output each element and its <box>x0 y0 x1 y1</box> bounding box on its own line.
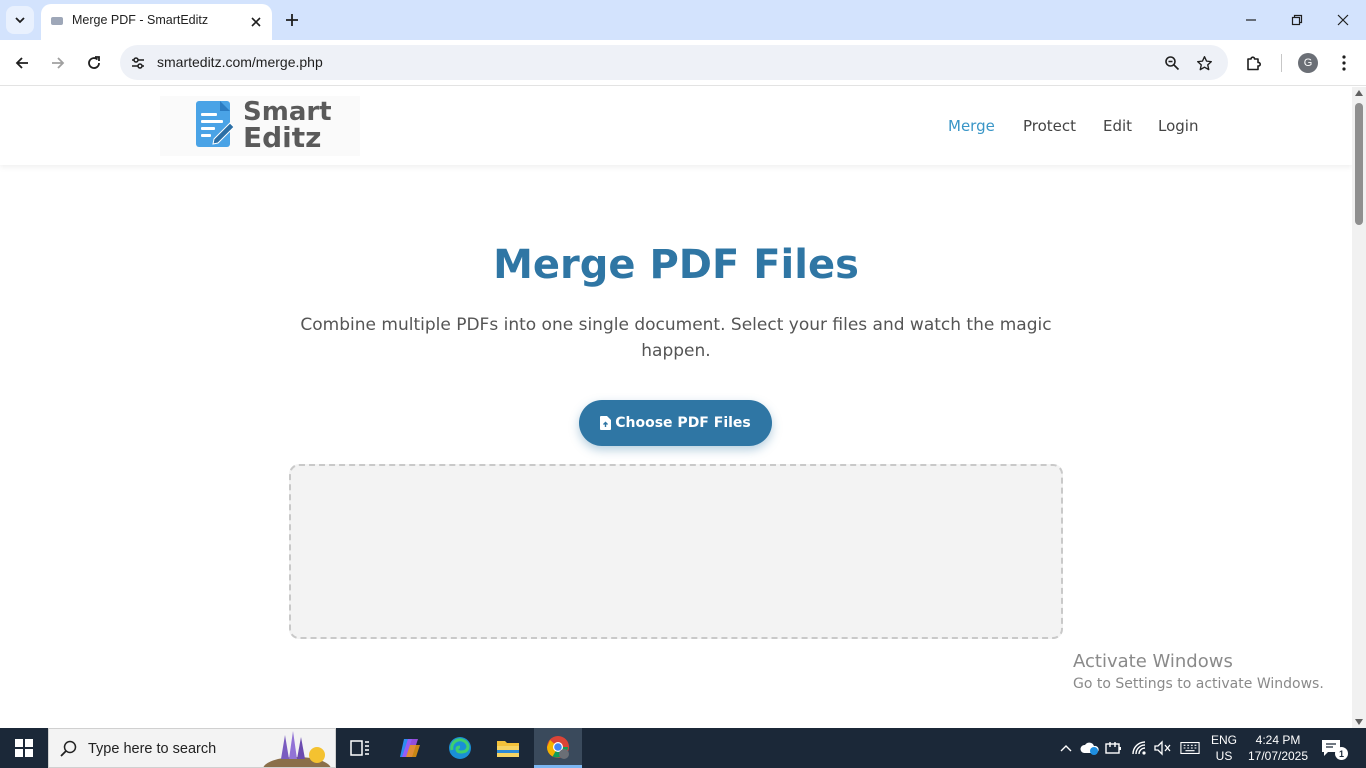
close-window-button[interactable] <box>1320 0 1366 40</box>
copilot-app[interactable] <box>386 728 434 768</box>
tab-title: Merge PDF - SmartEditz <box>72 13 209 27</box>
task-view-icon <box>350 740 369 756</box>
keyboard-icon[interactable] <box>1180 738 1200 758</box>
browser-toolbar: smarteditz.com/merge.php G <box>0 40 1366 86</box>
site-header: Smart Editz Merge Protect Edit Login <box>0 87 1352 165</box>
close-icon <box>1337 14 1349 26</box>
edge-app[interactable] <box>436 728 484 768</box>
edge-icon <box>449 737 471 759</box>
show-hidden-icons-chevron-icon[interactable] <box>1056 738 1076 758</box>
url-text[interactable]: smarteditz.com/merge.php <box>157 54 323 70</box>
volume-muted-icon[interactable] <box>1152 738 1172 758</box>
arrow-left-icon <box>15 57 28 69</box>
forward-button[interactable] <box>44 49 72 77</box>
folder-icon <box>497 741 519 757</box>
scroll-up-arrow-icon[interactable] <box>1355 90 1363 96</box>
windows-taskbar: Type here to search ENG US 4:24 PM 17/07… <box>0 728 1366 768</box>
taskbar-clock[interactable]: 4:24 PM 17/07/2025 <box>1244 732 1312 764</box>
chrome-icon <box>547 735 569 759</box>
notification-center-button[interactable]: 1 <box>1320 738 1348 760</box>
restore-button[interactable] <box>1274 0 1320 40</box>
search-icon <box>60 740 77 757</box>
battery-icon[interactable] <box>1104 738 1124 758</box>
chrome-app[interactable] <box>534 728 582 768</box>
zoom-icon[interactable] <box>1160 51 1184 75</box>
clock-time: 4:24 PM <box>1255 733 1301 747</box>
back-button[interactable] <box>8 49 36 77</box>
new-tab-button[interactable] <box>280 8 304 32</box>
file-upload-icon <box>600 416 612 430</box>
page-viewport: Smart Editz Merge Protect Edit Login Mer… <box>0 87 1352 728</box>
nav-login[interactable]: Login <box>1158 117 1198 135</box>
task-view-button[interactable] <box>336 728 384 768</box>
plus-icon <box>286 14 298 26</box>
page-subtitle: Combine multiple PDFs into one single do… <box>300 315 1052 361</box>
choose-pdf-files-label: Choose PDF Files <box>615 415 751 431</box>
chevron-down-icon <box>15 17 25 24</box>
scrollbar-thumb[interactable] <box>1355 103 1363 225</box>
input-language[interactable]: ENG US <box>1207 732 1241 764</box>
tab-search-button[interactable] <box>6 6 34 34</box>
search-placeholder: Type here to search <box>88 741 217 757</box>
wifi-icon[interactable] <box>1130 738 1150 758</box>
onedrive-icon[interactable] <box>1080 738 1100 758</box>
nav-merge[interactable]: Merge <box>948 117 995 135</box>
watermark-title: Activate Windows <box>1073 651 1233 672</box>
taskbar-search-box[interactable]: Type here to search <box>48 728 336 768</box>
windows-logo-icon <box>15 739 33 757</box>
notification-count-badge: 1 <box>1335 747 1348 760</box>
page-title: Merge PDF Files <box>493 242 859 288</box>
minimize-icon <box>1246 19 1256 21</box>
logo-text: Smart Editz <box>243 99 332 154</box>
toolbar-divider <box>1281 54 1282 72</box>
copilot-icon <box>400 739 420 757</box>
file-explorer-app[interactable] <box>484 728 532 768</box>
tab-close-button[interactable] <box>245 11 267 33</box>
favicon-icon <box>51 17 63 25</box>
minimize-button[interactable] <box>1228 0 1274 40</box>
activate-windows-watermark: Activate Windows Go to Settings to activ… <box>1073 651 1324 692</box>
file-drop-zone[interactable] <box>289 464 1063 639</box>
reload-icon <box>88 56 100 69</box>
document-logo-icon <box>196 101 234 147</box>
choose-pdf-files-button[interactable]: Choose PDF Files <box>579 400 772 446</box>
logo-line-2: Editz <box>243 121 322 154</box>
nav-protect[interactable]: Protect <box>1023 117 1076 135</box>
extensions-button[interactable] <box>1240 49 1268 77</box>
language-code: ENG <box>1210 733 1237 747</box>
page-scrollbar[interactable] <box>1352 87 1366 728</box>
puzzle-icon <box>1247 56 1261 71</box>
bookmark-star-icon[interactable] <box>1192 51 1216 75</box>
tab-strip: Merge PDF - SmartEditz <box>0 0 1366 40</box>
scroll-down-arrow-icon[interactable] <box>1355 719 1363 725</box>
search-highlight-art-icon <box>263 731 331 767</box>
reload-button[interactable] <box>80 49 108 77</box>
start-button[interactable] <box>0 728 48 768</box>
browser-tab[interactable]: Merge PDF - SmartEditz <box>41 4 272 40</box>
language-region: US <box>1215 749 1233 763</box>
restore-icon <box>1291 14 1303 26</box>
nav-edit[interactable]: Edit <box>1103 117 1132 135</box>
site-logo[interactable]: Smart Editz <box>160 96 360 156</box>
address-bar[interactable]: smarteditz.com/merge.php <box>120 45 1228 80</box>
menu-button[interactable] <box>1330 49 1358 77</box>
watermark-subtitle: Go to Settings to activate Windows. <box>1073 676 1324 692</box>
clock-date: 17/07/2025 <box>1247 749 1309 763</box>
site-info-icon[interactable] <box>128 53 148 73</box>
profile-avatar[interactable]: G <box>1298 53 1318 73</box>
arrow-right-icon <box>52 57 65 69</box>
kebab-menu-icon <box>1342 55 1346 71</box>
close-icon <box>251 17 261 27</box>
